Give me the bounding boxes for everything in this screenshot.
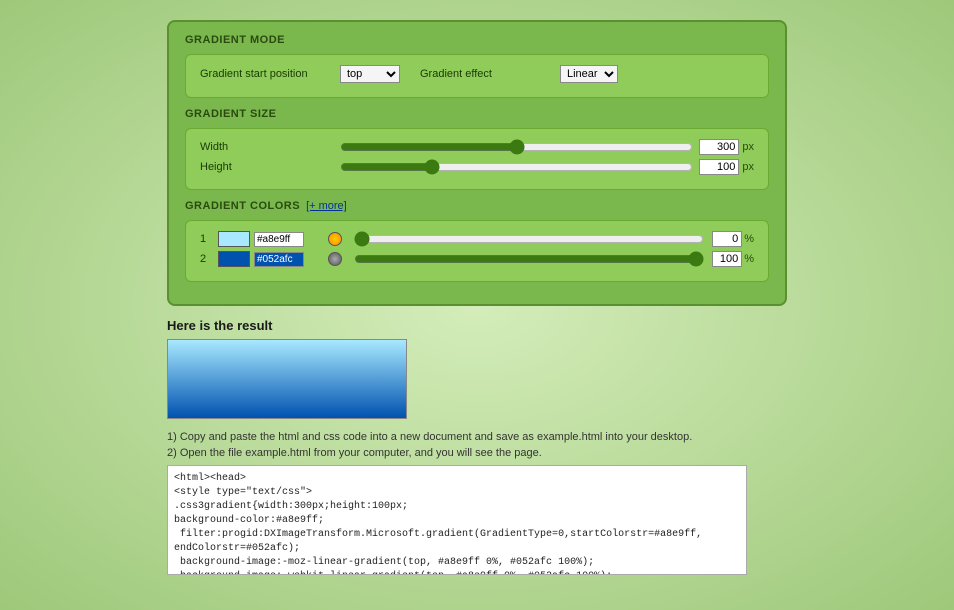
gradient-mode-title: GRADIENT MODE [185,34,769,46]
color-percent-slider-1[interactable] [354,232,704,246]
height-label: Height [200,161,340,173]
gradient-effect-select[interactable]: Linear Radial [560,65,618,83]
more-colors-link[interactable]: [+ more] [306,200,347,212]
gradient-colors-section: GRADIENT COLORS [+ more] 1 % 2 [185,200,769,282]
start-position-select[interactable]: top bottom left right [340,65,400,83]
instruction-step2: 2) Open the file example.html from your … [167,447,767,459]
gradient-preview [167,339,407,419]
height-row: Height px [200,159,754,175]
code-textarea[interactable] [167,465,747,575]
gradient-mode-section: GRADIENT MODE Gradient start position to… [185,34,769,98]
width-input[interactable] [699,139,739,155]
gradient-size-title: GRADIENT SIZE [185,108,769,120]
gradient-colors-title: GRADIENT COLORS [185,200,300,212]
instruction-step1: 1) Copy and paste the html and css code … [167,431,767,443]
color-swatch-1 [218,231,328,247]
main-panel: GRADIENT MODE Gradient start position to… [167,20,787,306]
color-row-1: 1 % [200,231,754,247]
width-row: Width px [200,139,754,155]
gradient-mode-row: Gradient start position top bottom left … [200,65,754,83]
result-title: Here is the result [167,318,787,333]
gradient-colors-header: GRADIENT COLORS [+ more] [185,200,769,212]
color-thumb-2[interactable] [328,252,342,266]
gradient-size-section: GRADIENT SIZE Width px Height px [185,108,769,190]
color-percent-input-1[interactable] [712,231,742,247]
gradient-mode-box: Gradient start position top bottom left … [185,54,769,98]
color-num-2: 2 [200,253,214,265]
color-swatch-2 [218,251,328,267]
height-slider[interactable] [340,160,693,174]
gradient-size-box: Width px Height px [185,128,769,190]
start-position-label: Gradient start position [200,68,340,80]
instructions: 1) Copy and paste the html and css code … [167,431,767,459]
color-percent-slider-2[interactable] [354,252,704,266]
color-box-2[interactable] [218,251,250,267]
result-section: Here is the result 1) Copy and paste the… [167,318,787,578]
width-unit: px [742,141,754,153]
height-slider-container [340,160,693,174]
color-percent-input-2[interactable] [712,251,742,267]
color-thumb-1[interactable] [328,232,342,246]
width-slider[interactable] [340,140,693,154]
width-label: Width [200,141,340,153]
height-input[interactable] [699,159,739,175]
color-percent-unit-2: % [744,253,754,265]
color-percent-unit-1: % [744,233,754,245]
color-hex-input-2[interactable] [254,252,304,267]
gradient-effect-label: Gradient effect [420,68,560,80]
gradient-colors-box: 1 % 2 [185,220,769,282]
color-row-2: 2 % [200,251,754,267]
color-hex-input-1[interactable] [254,232,304,247]
color-slider-1 [354,232,704,246]
color-slider-2 [354,252,704,266]
height-unit: px [742,161,754,173]
width-slider-container [340,140,693,154]
color-num-1: 1 [200,233,214,245]
color-box-1[interactable] [218,231,250,247]
